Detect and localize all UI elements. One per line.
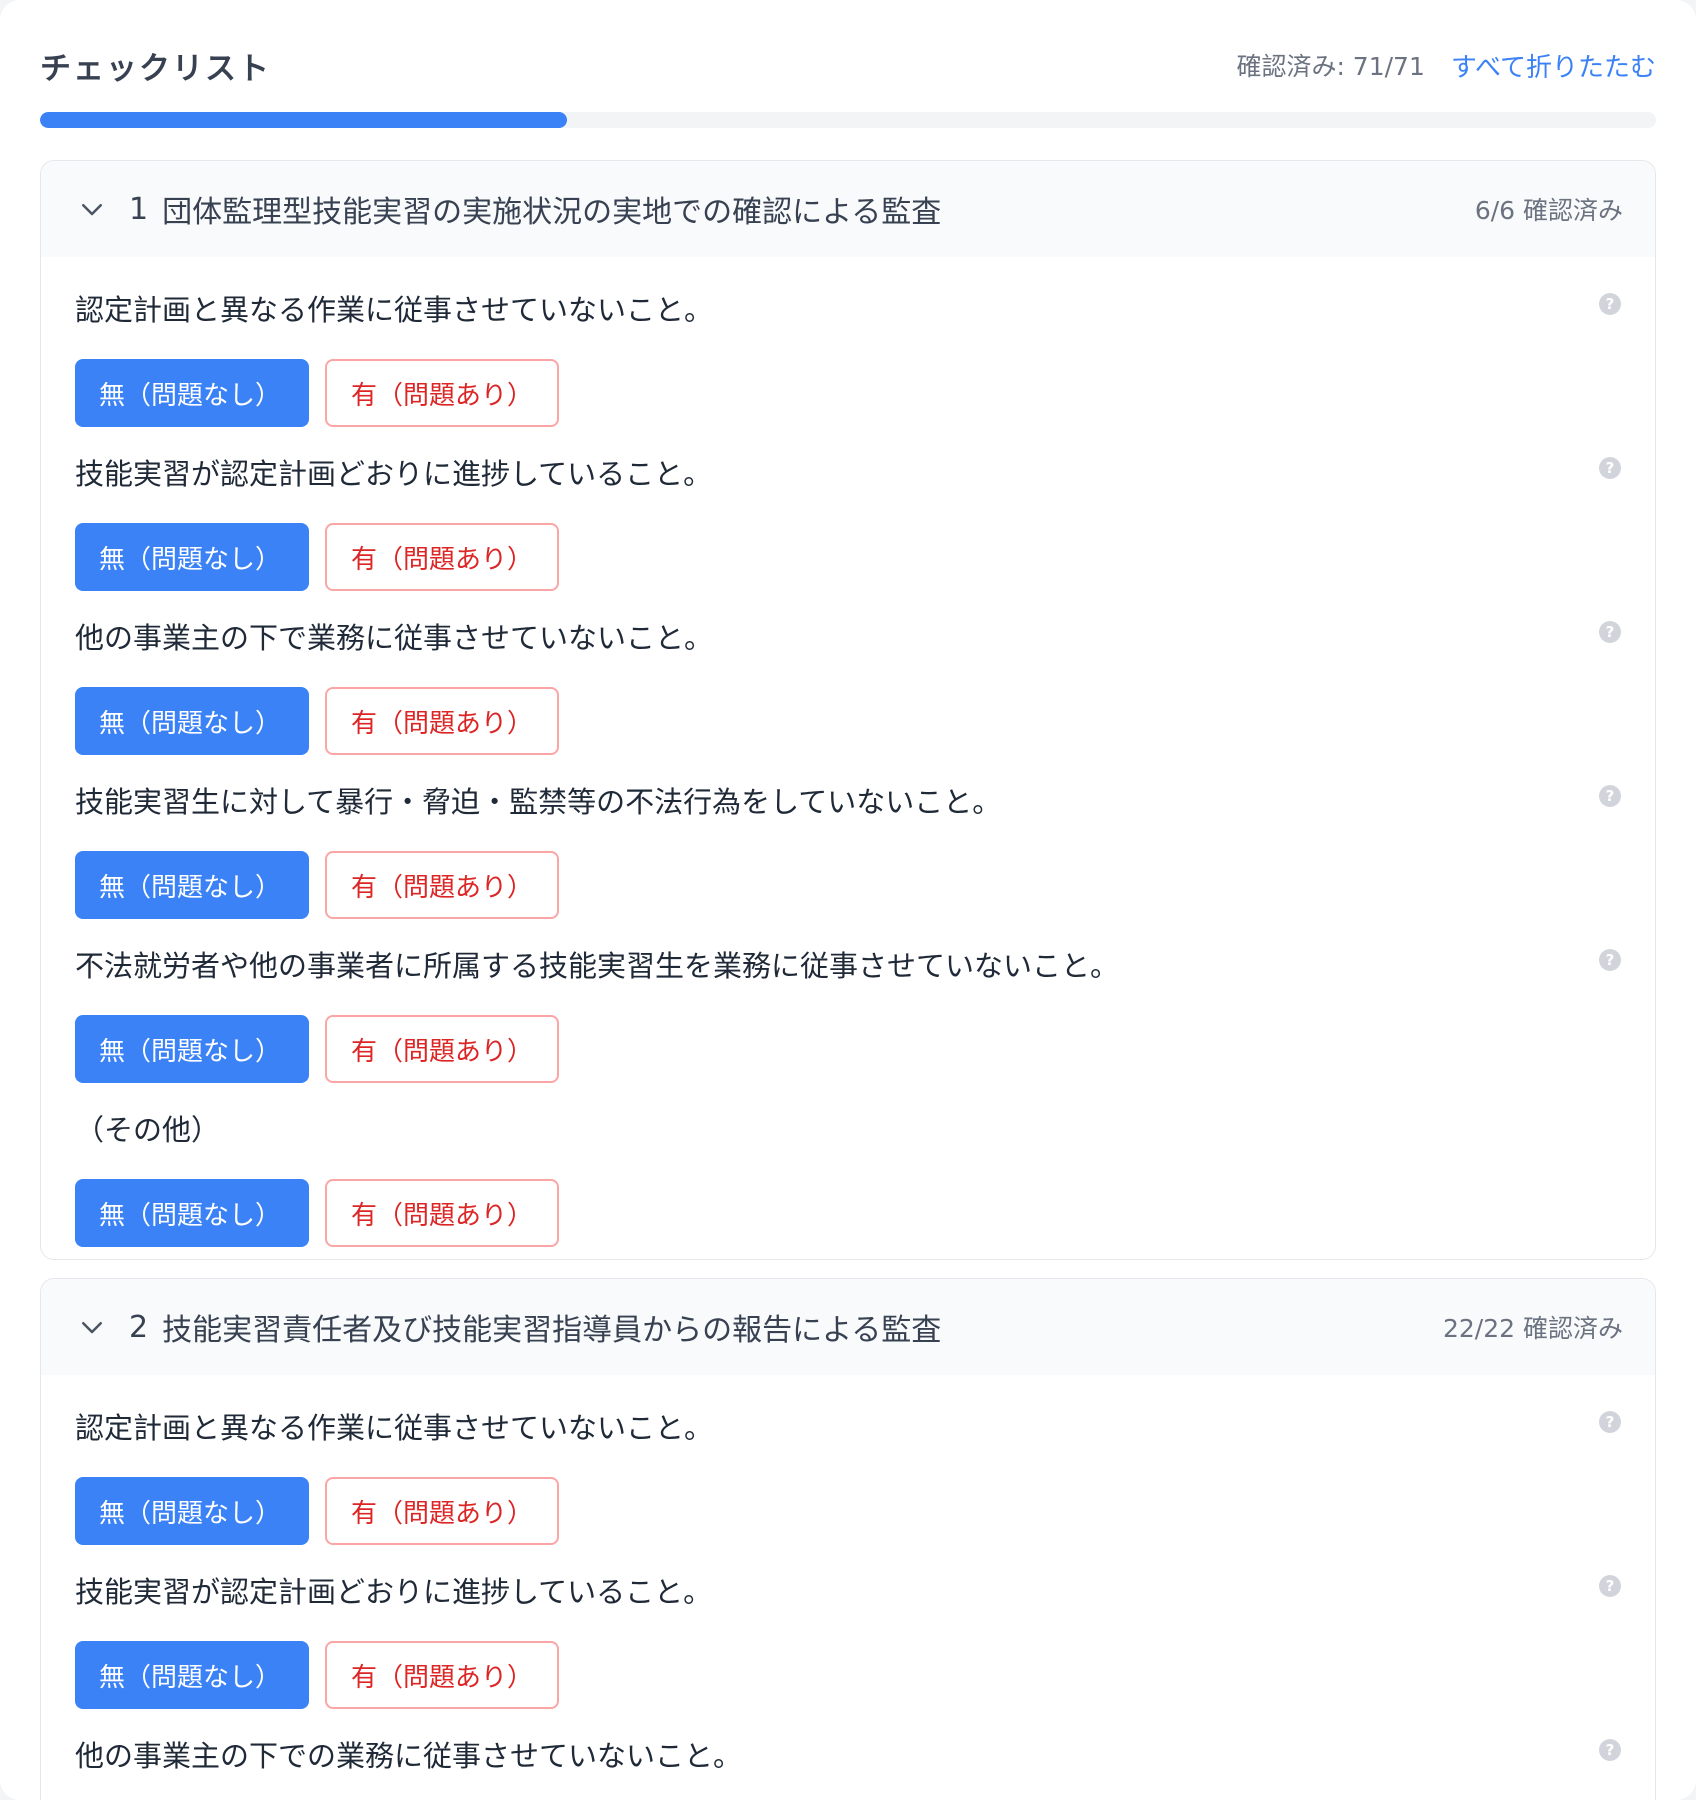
item-text: 他の事業主の下での業務に従事させていないこと。 <box>75 1739 743 1773</box>
no-issue-button[interactable]: 無（問題なし） <box>75 359 309 427</box>
no-issue-button[interactable]: 無（問題なし） <box>75 523 309 591</box>
help-icon[interactable]: ? <box>1599 293 1621 315</box>
progress-bar <box>40 112 1656 128</box>
has-issue-button[interactable]: 有（問題あり） <box>325 687 559 755</box>
help-icon[interactable]: ? <box>1599 1739 1621 1761</box>
section-status: 6/6 確認済み <box>1474 196 1623 225</box>
section-number: 2 <box>129 1309 149 1345</box>
answer-buttons: 無（問題なし） 有（問題あり） <box>75 851 559 919</box>
section-items: 認定計画と異なる作業に従事させていないこと。? 無（問題なし） 有（問題あり） 技能実… <box>41 1375 1655 1800</box>
checklist-item: 他の事業主の下で業務に従事させていないこと。? 無（問題なし） 有（問題あり） <box>75 599 1623 763</box>
help-icon[interactable]: ? <box>1599 1411 1621 1433</box>
section-title: 団体監理型技能実習の実施状況の実地での確認による監査 <box>162 195 942 230</box>
help-icon[interactable]: ? <box>1599 1575 1621 1597</box>
checklist-item: 認定計画と異なる作業に従事させていないこと。? 無（問題なし） 有（問題あり） <box>75 1389 1623 1553</box>
checklist-item: 技能実習が認定計画どおりに進捗していること。? 無（問題なし） 有（問題あり） <box>75 435 1623 599</box>
help-icon[interactable]: ? <box>1599 949 1621 971</box>
collapse-all-link[interactable]: すべて折りたたむ <box>1451 47 1656 84</box>
answer-buttons: 無（問題なし） 有（問題あり） <box>75 1015 559 1083</box>
item-text: 他の事業主の下で業務に従事させていないこと。 <box>75 621 714 655</box>
chevron-down-icon[interactable] <box>77 194 107 224</box>
has-issue-button[interactable]: 有（問題あり） <box>325 523 559 591</box>
answer-buttons: 無（問題なし） 有（問題あり） <box>75 523 559 591</box>
checklist-item: 不法就労者や他の事業者に所属する技能実習生を業務に従事させていないこと。? 無（問… <box>75 927 1623 1091</box>
item-text: 認定計画と異なる作業に従事させていないこと。 <box>75 293 714 327</box>
section-number: 1 <box>129 191 149 227</box>
checklist-item: 技能実習生に対して暴行・脅迫・監禁等の不法行為をしていないこと。? 無（問題なし）… <box>75 763 1623 927</box>
section-header[interactable]: 2 技能実習責任者及び技能実習指導員からの報告による監査 22/22 確認済み <box>41 1279 1655 1375</box>
answer-buttons: 無（問題なし） 有（問題あり） <box>75 1179 559 1247</box>
checklist-item: 認定計画と異なる作業に従事させていないこと。? 無（問題なし） 有（問題あり） <box>75 271 1623 435</box>
checklist-section: 2 技能実習責任者及び技能実習指導員からの報告による監査 22/22 確認済み認定計… <box>40 1278 1656 1800</box>
item-text: 技能実習が認定計画どおりに進捗していること。 <box>75 457 713 491</box>
answer-buttons: 無（問題なし） 有（問題あり） <box>75 1641 559 1709</box>
no-issue-button[interactable]: 無（問題なし） <box>75 1179 309 1247</box>
no-issue-button[interactable]: 無（問題なし） <box>75 1641 309 1709</box>
no-issue-button[interactable]: 無（問題なし） <box>75 1477 309 1545</box>
confirmed-count: 確認済み: 71/71 <box>1236 52 1425 81</box>
item-text: 認定計画と異なる作業に従事させていないこと。 <box>75 1411 714 1445</box>
checklist-item: 他の事業主の下での業務に従事させていないこと。?無（問題なし）有（問題あり） <box>75 1717 1623 1800</box>
progress-fill <box>40 112 567 128</box>
help-icon[interactable]: ? <box>1599 621 1621 643</box>
item-text: 不法就労者や他の事業者に所属する技能実習生を業務に従事させていないこと。 <box>75 949 1120 983</box>
no-issue-button[interactable]: 無（問題なし） <box>75 851 309 919</box>
has-issue-button[interactable]: 有（問題あり） <box>325 359 559 427</box>
item-text: 技能実習生に対して暴行・脅迫・監禁等の不法行為をしていないこと。 <box>75 785 1002 819</box>
header-actions: 確認済み: 71/71 すべて折りたたむ <box>1236 47 1656 84</box>
no-issue-button[interactable]: 無（問題なし） <box>75 687 309 755</box>
has-issue-button[interactable]: 有（問題あり） <box>325 1179 559 1247</box>
item-text: 技能実習が認定計画どおりに進捗していること。 <box>75 1575 713 1609</box>
has-issue-button[interactable]: 有（問題あり） <box>325 1641 559 1709</box>
answer-buttons: 無（問題なし） 有（問題あり） <box>75 359 559 427</box>
chevron-down-icon[interactable] <box>77 1312 107 1342</box>
checklist-item: 技能実習が認定計画どおりに進捗していること。? 無（問題なし） 有（問題あり） <box>75 1553 1623 1717</box>
checklist-section: 1 団体監理型技能実習の実施状況の実地での確認による監査 6/6 確認済み認定計画と… <box>40 160 1656 1260</box>
has-issue-button[interactable]: 有（問題あり） <box>325 1477 559 1545</box>
answer-buttons: 無（問題なし） 有（問題あり） <box>75 687 559 755</box>
section-items: 認定計画と異なる作業に従事させていないこと。? 無（問題なし） 有（問題あり） 技能実… <box>41 257 1655 1255</box>
has-issue-button[interactable]: 有（問題あり） <box>325 851 559 919</box>
no-issue-button[interactable]: 無（問題なし） <box>75 1015 309 1083</box>
help-icon[interactable]: ? <box>1599 457 1621 479</box>
item-text: （その他） <box>75 1113 221 1147</box>
answer-buttons: 無（問題なし） 有（問題あり） <box>75 1477 559 1545</box>
help-icon[interactable]: ? <box>1599 785 1621 807</box>
section-status: 22/22 確認済み <box>1443 1314 1623 1343</box>
checklist-panel: チェックリスト 確認済み: 71/71 すべて折りたたむ 1 団体監理型技能実習の… <box>0 0 1696 1800</box>
has-issue-button[interactable]: 有（問題あり） <box>325 1015 559 1083</box>
checklist-header: チェックリスト 確認済み: 71/71 すべて折りたたむ <box>40 40 1656 90</box>
checklist-item: （その他） 無（問題なし） 有（問題あり） <box>75 1091 1623 1255</box>
checklist-title: チェックリスト <box>40 50 271 87</box>
section-title: 技能実習責任者及び技能実習指導員からの報告による監査 <box>162 1313 942 1348</box>
section-header[interactable]: 1 団体監理型技能実習の実施状況の実地での確認による監査 6/6 確認済み <box>41 161 1655 257</box>
